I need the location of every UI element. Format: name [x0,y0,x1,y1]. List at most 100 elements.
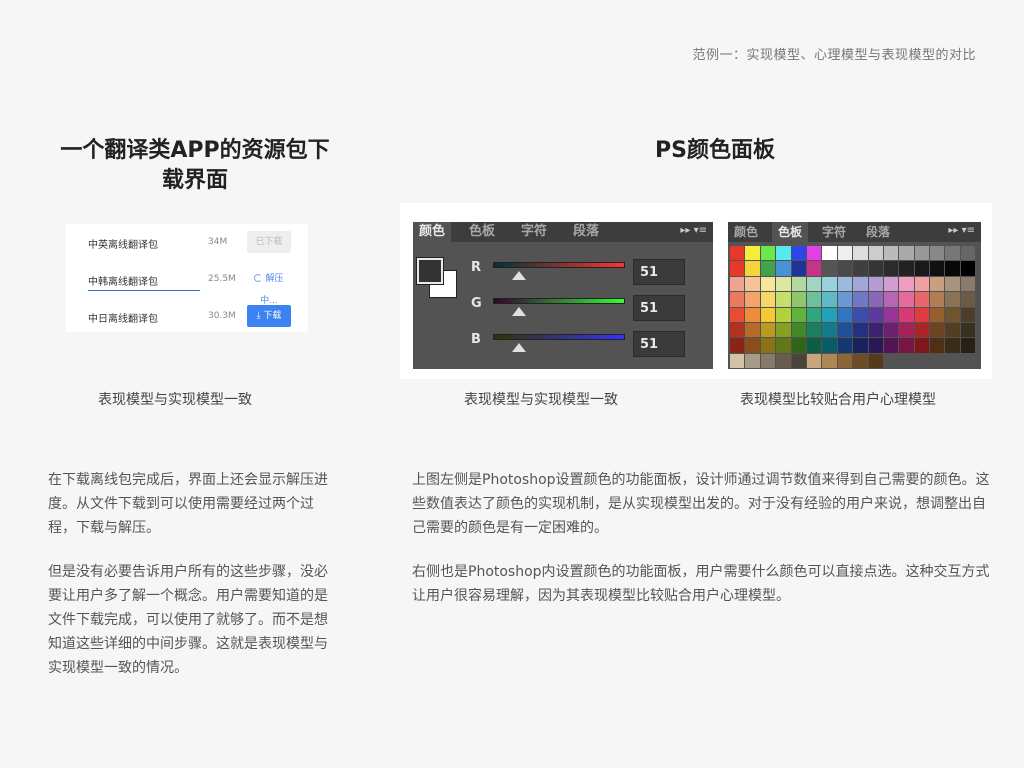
color-swatch[interactable] [837,338,853,353]
color-swatch[interactable] [776,276,791,292]
color-swatch[interactable] [837,307,853,322]
color-swatch[interactable] [883,292,899,307]
color-swatch[interactable] [868,338,883,353]
channel-g-value[interactable]: 51 [633,295,685,321]
color-swatch[interactable] [730,307,745,322]
color-swatch[interactable] [837,353,853,369]
color-swatch[interactable] [822,338,837,353]
color-swatch[interactable] [760,246,776,261]
color-swatch[interactable] [791,338,806,353]
color-swatch[interactable] [868,292,883,307]
color-swatch[interactable] [730,261,745,276]
color-swatch[interactable] [960,307,976,322]
color-swatch[interactable] [945,307,960,322]
color-swatch[interactable] [914,261,930,276]
color-swatch[interactable] [760,322,776,338]
color-swatch[interactable] [776,307,791,322]
color-swatch[interactable] [760,292,776,307]
color-swatch[interactable] [806,261,822,276]
color-swatch[interactable] [960,338,976,353]
color-swatch[interactable] [806,292,822,307]
color-swatch[interactable] [760,353,776,369]
color-swatch[interactable] [822,292,837,307]
color-swatch[interactable] [822,261,837,276]
foreground-color-swatch[interactable] [416,257,444,285]
color-swatch[interactable] [791,261,806,276]
color-swatch[interactable] [853,338,868,353]
color-swatch[interactable] [791,353,806,369]
color-swatch[interactable] [791,246,806,261]
channel-r-value[interactable]: 51 [633,259,685,285]
color-swatch[interactable] [914,246,930,261]
color-swatch[interactable] [822,307,837,322]
color-swatch[interactable] [930,261,945,276]
color-swatch[interactable] [730,322,745,338]
color-swatch[interactable] [960,322,976,338]
channel-b-slider[interactable] [493,334,625,340]
color-swatch[interactable] [853,353,868,369]
color-swatch[interactable] [760,307,776,322]
color-swatch[interactable] [945,261,960,276]
color-swatch[interactable] [730,353,745,369]
color-swatch[interactable] [899,276,914,292]
color-swatch[interactable] [930,322,945,338]
color-swatch[interactable] [960,246,976,261]
color-swatch[interactable] [822,353,837,369]
color-swatch[interactable] [868,307,883,322]
color-swatch[interactable] [853,261,868,276]
color-swatch[interactable] [930,292,945,307]
tab-character[interactable]: 字符 [515,222,553,242]
channel-g-slider[interactable] [493,298,625,304]
color-swatch[interactable] [837,246,853,261]
color-swatch[interactable] [868,246,883,261]
tab-swatches[interactable]: 色板 [463,222,501,242]
tab-swatches[interactable]: 色板 [772,222,809,242]
color-swatch[interactable] [791,276,806,292]
color-swatch[interactable] [806,276,822,292]
color-swatch[interactable] [745,246,760,261]
color-swatch[interactable] [899,322,914,338]
color-swatch[interactable] [837,322,853,338]
color-swatch[interactable] [776,292,791,307]
color-swatch[interactable] [791,292,806,307]
panel-menu-icon[interactable]: ▸▸ ▾≡ [948,225,975,236]
tab-color[interactable]: 颜色 [413,222,452,242]
color-swatch[interactable] [899,261,914,276]
tab-paragraph[interactable]: 段落 [567,222,605,242]
color-swatch[interactable] [745,261,760,276]
color-swatch[interactable] [899,246,914,261]
color-swatch[interactable] [914,307,930,322]
color-swatch[interactable] [930,307,945,322]
color-swatch[interactable] [745,353,760,369]
tab-color[interactable]: 颜色 [728,222,764,242]
color-swatch[interactable] [791,307,806,322]
slider-thumb[interactable] [512,307,526,316]
color-swatch[interactable] [776,353,791,369]
color-swatch[interactable] [776,338,791,353]
color-swatch[interactable] [853,276,868,292]
tab-character[interactable]: 字符 [816,222,852,242]
color-swatch[interactable] [945,292,960,307]
color-swatch[interactable] [730,292,745,307]
color-swatch[interactable] [776,261,791,276]
color-swatch[interactable] [853,307,868,322]
color-swatch[interactable] [883,307,899,322]
color-swatch[interactable] [930,338,945,353]
color-swatch[interactable] [945,322,960,338]
color-swatch[interactable] [822,322,837,338]
color-swatch[interactable] [806,246,822,261]
slider-thumb[interactable] [512,343,526,352]
color-swatch[interactable] [914,338,930,353]
color-swatch[interactable] [930,246,945,261]
color-swatch[interactable] [883,338,899,353]
panel-menu-icon[interactable]: ▸▸ ▾≡ [680,225,707,236]
color-swatch[interactable] [899,338,914,353]
color-swatch[interactable] [730,246,745,261]
color-swatch[interactable] [837,261,853,276]
color-swatch[interactable] [945,276,960,292]
color-swatch[interactable] [960,261,976,276]
color-swatch[interactable] [883,276,899,292]
download-button[interactable]: ⤓ 下载 [247,305,291,327]
color-swatch[interactable] [853,246,868,261]
color-swatch[interactable] [745,276,760,292]
